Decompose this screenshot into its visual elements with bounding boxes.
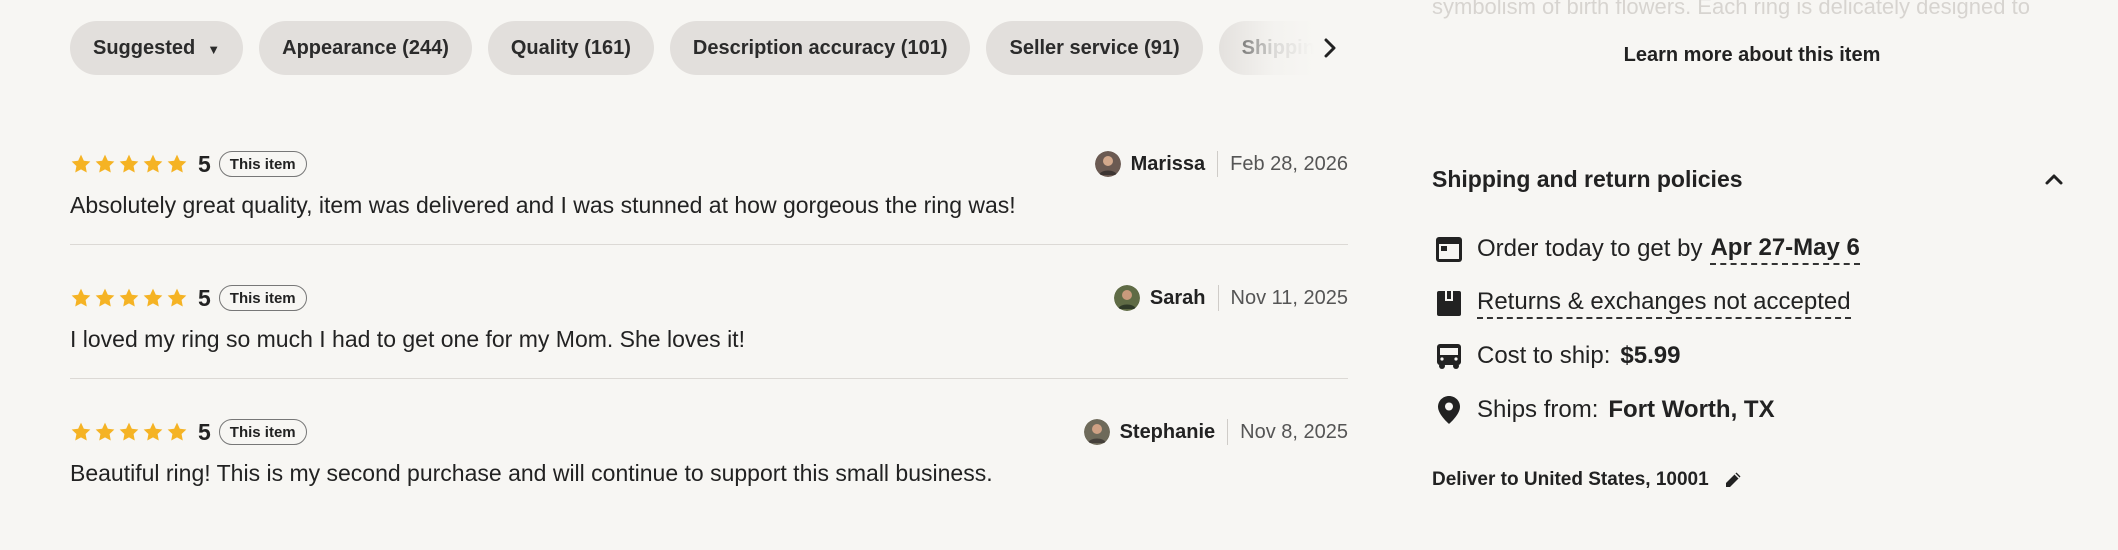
star-icon	[143, 422, 163, 441]
star-icon	[95, 154, 115, 173]
truck-icon	[1432, 339, 1466, 373]
this-item-badge: This item	[218, 285, 307, 311]
avatar	[1083, 419, 1110, 445]
caret-down-icon: ▼	[207, 41, 221, 57]
rating-value: 5	[198, 150, 211, 177]
filter-chip-seller-service[interactable]: Seller service (91)	[986, 21, 1203, 75]
shipping-cost-row: Cost to ship: $5.99	[1432, 339, 1680, 373]
returns-policy-link[interactable]: Returns & exchanges not accepted	[1477, 288, 1851, 319]
review-rating: 5 This item	[70, 417, 307, 447]
review-date: Nov 11, 2025	[1230, 286, 1349, 309]
filter-chip-label: Seller service (91)	[1009, 36, 1180, 59]
pencil-icon	[1725, 472, 1741, 487]
review-text: Beautiful ring! This is my second purcha…	[70, 460, 993, 486]
delivery-dates[interactable]: Apr 27-May 6	[1710, 234, 1860, 265]
review-date: Nov 8, 2025	[1240, 420, 1348, 443]
filter-chip-suggested[interactable]: Suggested ▼	[70, 21, 244, 75]
avatar	[1094, 151, 1121, 177]
star-icon	[95, 422, 115, 441]
filter-chip-label: Description accuracy (101)	[692, 36, 948, 59]
star-icon	[167, 154, 187, 173]
chips-scroll-right-button[interactable]	[1312, 21, 1348, 75]
star-icon	[167, 422, 187, 441]
star-icon	[95, 288, 115, 307]
star-icon	[71, 288, 91, 307]
meta-divider	[1217, 151, 1219, 177]
rating-value: 5	[198, 284, 211, 311]
filter-chip-label: Appearance (244)	[282, 36, 449, 59]
star-icon	[143, 154, 163, 173]
reviews-panel: Suggested ▼ Appearance (244) Quality (16…	[70, 0, 1348, 550]
location-pin-icon	[1432, 393, 1466, 427]
filter-chip-description-accuracy[interactable]: Description accuracy (101)	[669, 21, 971, 75]
review-rating: 5 This item	[70, 283, 307, 313]
star-rating	[70, 153, 188, 175]
ships-from-value: Fort Worth, TX	[1608, 396, 1775, 423]
star-icon	[143, 288, 163, 307]
reviewer-name[interactable]: Marissa	[1131, 153, 1206, 176]
reviewer-name[interactable]: Sarah	[1150, 287, 1206, 310]
item-description-text: symbolism of birth flowers. Each ring is…	[1432, 0, 2030, 19]
delivery-label: Order today to get by	[1477, 235, 1703, 262]
star-rating	[70, 421, 188, 443]
star-icon	[119, 288, 139, 307]
review-text: Absolutely great quality, item was deliv…	[70, 192, 1016, 218]
learn-more-link[interactable]: Learn more about this item	[1432, 44, 2072, 67]
shipping-cost-label: Cost to ship:	[1477, 342, 1611, 369]
review-date: Feb 28, 2026	[1230, 152, 1348, 175]
star-rating	[70, 287, 188, 309]
review-rating: 5 This item	[70, 149, 307, 179]
shipping-section-title: Shipping and return policies	[1432, 165, 1743, 192]
meta-divider	[1217, 285, 1219, 311]
review-text: I loved my ring so much I had to get one…	[70, 326, 745, 352]
star-icon	[71, 422, 91, 441]
this-item-badge: This item	[218, 151, 307, 177]
avatar	[1113, 285, 1140, 311]
star-icon	[71, 154, 91, 173]
delivery-estimate-row: Order today to get by Apr 27-May 6	[1432, 232, 1860, 266]
deliver-to-label: Deliver to United States, 10001	[1432, 469, 1709, 490]
item-details-panel: symbolism of birth flowers. Each ring is…	[1432, 0, 2072, 550]
filter-chip-label: Quality (161)	[510, 36, 631, 59]
review-meta: Stephanie Nov 8, 2025	[1083, 417, 1348, 447]
returns-policy-row: Returns & exchanges not accepted	[1432, 286, 1851, 320]
review-filter-chips: Suggested ▼ Appearance (244) Quality (16…	[70, 21, 1348, 75]
reviewer-name[interactable]: Stephanie	[1120, 421, 1216, 444]
shipping-cost-value: $5.99	[1620, 342, 1681, 369]
chevron-up-icon	[2045, 174, 2063, 185]
deliver-to-location[interactable]: Deliver to United States, 10001	[1432, 467, 1743, 493]
star-icon	[119, 422, 139, 441]
return-box-icon	[1432, 286, 1466, 320]
ships-from-label: Ships from:	[1477, 396, 1599, 423]
review-divider	[70, 378, 1348, 379]
filter-chip-quality[interactable]: Quality (161)	[487, 21, 654, 75]
ships-from-row: Ships from: Fort Worth, TX	[1432, 393, 1775, 427]
star-icon	[119, 154, 139, 173]
review-divider	[70, 244, 1348, 245]
calendar-icon	[1432, 232, 1466, 266]
review-meta: Marissa Feb 28, 2026	[1094, 149, 1348, 179]
shipping-section-toggle[interactable]: Shipping and return policies	[1432, 164, 2072, 194]
star-icon	[167, 288, 187, 307]
filter-chip-label: Suggested	[93, 36, 196, 59]
review-meta: Sarah Nov 11, 2025	[1113, 283, 1349, 313]
filter-chip-appearance[interactable]: Appearance (244)	[259, 21, 472, 75]
rating-value: 5	[198, 418, 211, 445]
this-item-badge: This item	[218, 419, 307, 445]
meta-divider	[1227, 419, 1229, 445]
chevron-right-icon	[1324, 38, 1336, 58]
